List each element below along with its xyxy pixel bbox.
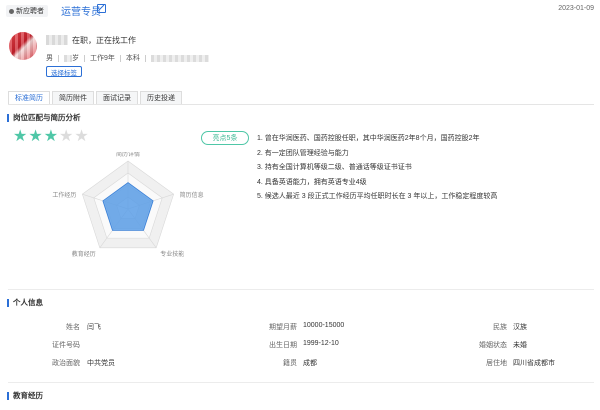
tab-underline [8,104,594,105]
experience: 工作9年 [90,55,115,62]
tab-history[interactable]: 历史投递 [140,91,182,105]
info-value: 中共党员 [87,360,115,367]
age-suffix: 岁 [72,55,79,62]
personal-info-grid: 姓名 闫飞 期望月薪 10000-15000 民族 汉族证件号码 出生日期 1999-12-1… [0,322,600,372]
info-value: 闫飞 [87,324,101,331]
divider [84,54,85,62]
radar-axis-label: 简历详情 [116,152,140,158]
tab-attachments[interactable]: 简历附件 [52,91,94,105]
info-label: 民族 [493,324,507,331]
resume-tabs: 标准简历 简历附件 面试记录 历史投递 [8,91,182,105]
education-title-text: 教育经历 [13,391,43,400]
star-filled-icon: ★ [13,128,28,145]
edit-icon[interactable] [97,4,106,13]
info-label: 出生日期 [269,342,297,349]
radar-chart: 简历详情简历信息专业技能 教育经历 工作经历 [52,152,204,258]
radar-axis-label: 简历信息 [180,191,204,199]
info-label: 政治面貌 [52,360,80,367]
star-filled-icon: ★ [43,128,59,145]
info-value: 四川省成都市 [513,360,555,367]
new-applicant-badge: 新应聘者 [6,5,48,17]
top-bar: 新应聘者 运营专员 2023-01-09 [0,0,600,22]
analysis-section-title: 岗位匹配与简历分析 [7,112,81,123]
highlights-button[interactable]: 亮点5条 [201,131,249,145]
info-label: 姓名 [66,324,80,331]
info-label: 居住地 [486,360,507,367]
radar-axis-label: 专业技能 [160,250,184,258]
info-value: 10000-15000 [303,322,345,329]
education-section-title: 教育经历 [7,390,43,401]
info-value: 1999-12-10 [303,340,339,347]
job-status: 在职，正在找工作 [72,36,136,45]
info-label: 证件号码 [52,342,80,349]
age-redacted [64,54,72,62]
info-label: 期望月薪 [269,324,297,331]
divider [119,54,121,62]
info-value: 成都 [303,360,317,367]
divider [58,54,59,62]
school-redacted [150,54,209,62]
radar-axis-label: 工作经历 [52,191,76,199]
star-filled-icon: ★ [28,128,43,145]
info-value: 汉族 [513,324,527,331]
apply-date: 2023-01-09 [558,5,594,12]
star-empty-icon: ★ [74,128,89,145]
section-marker [7,298,9,307]
avatar [9,32,37,60]
highlight-point: 3. 持有全国计算机等级二级、普通话等级证书证书 [257,164,412,171]
highlight-point: 5. 候选人最近 3 段正式工作经历平均任职时长在 3 年以上，工作稳定程度较高 [257,193,498,200]
highlight-point: 1. 曾在华润医药、国药控股任职，其中华润医药2年8个月，国药控股2年 [257,135,480,142]
info-value: 未婚 [513,342,527,349]
candidate-name-redacted [46,35,68,45]
match-rating-stars: ★ ★ ★ ★ ★ [13,129,89,145]
select-tag-button[interactable]: 选择标签 [46,66,82,77]
highlight-point: 2. 有一定团队管理经验与能力 [257,149,349,157]
highlight-point: 4. 具备英语能力，拥有英语专业4级 [257,178,367,186]
user-icon [9,8,14,14]
personal-section-title: 个人信息 [7,297,43,308]
tab-interview-records[interactable]: 面试记录 [96,91,138,105]
section-divider [8,289,594,290]
section-marker [7,113,9,122]
job-title-link[interactable]: 运营专员 [61,3,101,18]
tab-standard-resume[interactable]: 标准简历 [8,91,50,105]
radar-axis-label: 教育经历 [72,250,96,258]
profile-meta: 男 岁 工作9年 本科 [46,53,209,63]
divider [144,54,146,62]
highlight-points: 1. 曾在华润医药、国药控股任职，其中华润医药2年8个月，国药控股2年 2. 有一… [257,132,497,205]
info-label: 籍贯 [283,360,297,367]
star-empty-icon: ★ [59,128,74,145]
education-level: 本科 [125,55,140,62]
badge-label: 新应聘者 [16,8,44,15]
personal-title-text: 个人信息 [13,298,43,307]
info-label: 婚姻状态 [479,342,507,349]
gender: 男 [46,55,53,62]
section-divider [8,382,594,383]
analysis-title-text: 岗位匹配与简历分析 [13,113,81,122]
section-marker [7,391,9,400]
